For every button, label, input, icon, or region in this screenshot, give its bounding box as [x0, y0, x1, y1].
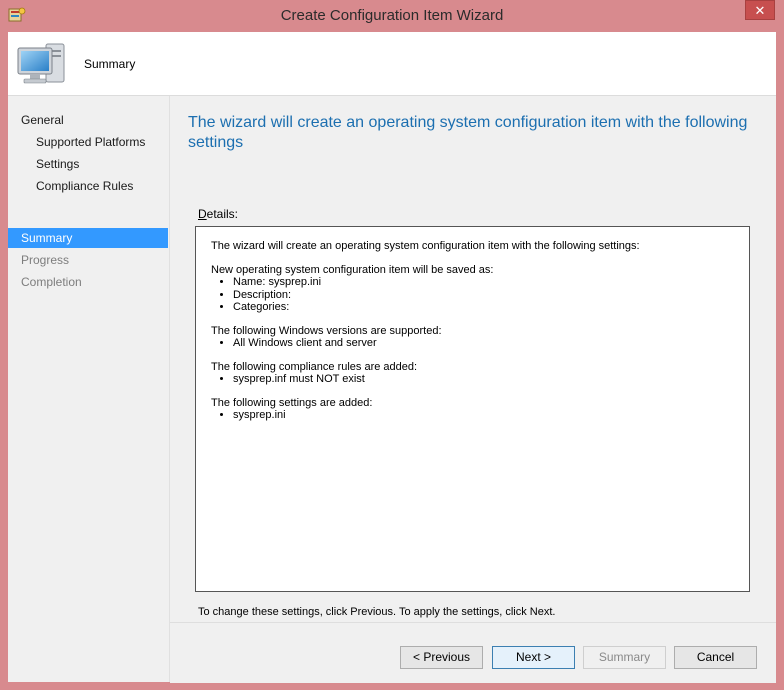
details-list-item: All Windows client and server: [233, 337, 734, 350]
computer-icon: [17, 43, 65, 84]
details-label: Details:: [198, 207, 238, 221]
page-heading: The wizard will create an operating syst…: [188, 114, 748, 151]
details-label-text: etails:: [206, 207, 239, 221]
nav-item-progress: Progress: [21, 253, 70, 267]
details-section-list: All Windows client and server: [211, 337, 734, 350]
button-bar: < Previous Next > Summary Cancel: [170, 622, 776, 683]
details-section: The following settings are added: syspre…: [211, 397, 734, 422]
details-section-title: New operating system configuration item …: [211, 263, 494, 276]
close-icon: ✕: [754, 3, 766, 18]
details-list-item: sysprep.ini: [233, 409, 734, 422]
wizard-window: Create Configuration Item Wizard ✕ Summa…: [0, 0, 784, 690]
details-list-item: sysprep.inf must NOT exist: [233, 373, 734, 386]
details-intro: The wizard will create an operating syst…: [211, 240, 640, 252]
close-button[interactable]: ✕: [745, 0, 775, 20]
cancel-button[interactable]: Cancel: [674, 646, 757, 669]
previous-button[interactable]: < Previous: [400, 646, 483, 669]
details-section: The following Windows versions are suppo…: [211, 325, 734, 350]
next-button[interactable]: Next >: [492, 646, 575, 669]
nav-item-compliance-rules[interactable]: Compliance Rules: [8, 176, 168, 196]
details-list-item: Description:: [233, 289, 734, 302]
details-label-accelerator: D: [198, 207, 207, 221]
wizard-content: The wizard will create an operating syst…: [170, 96, 776, 622]
wizard-nav: General Supported Platforms Settings Com…: [8, 96, 170, 682]
details-textbox[interactable]: The wizard will create an operating syst…: [195, 226, 750, 592]
details-list-item: Name: sysprep.ini: [233, 276, 734, 289]
summary-button: Summary: [583, 646, 666, 669]
title-bar[interactable]: Create Configuration Item Wizard ✕: [0, 0, 784, 32]
details-section: New operating system configuration item …: [211, 264, 734, 314]
wizard-client-area: Summary General Supported Platforms Sett…: [8, 32, 776, 683]
details-list-item: Categories:: [233, 301, 734, 314]
header-title: Summary: [84, 57, 136, 71]
details-section-list: sysprep.inf must NOT exist: [211, 373, 734, 386]
details-section-title: The following settings are added:: [211, 396, 373, 409]
instruction-text: To change these settings, click Previous…: [198, 606, 556, 618]
wizard-header: Summary: [8, 32, 776, 96]
nav-item-general[interactable]: General: [8, 110, 168, 130]
details-section-list: sysprep.ini: [211, 409, 734, 422]
nav-item-settings[interactable]: Settings: [8, 154, 168, 174]
details-section-title: The following compliance rules are added…: [211, 360, 418, 373]
nav-item-supported-platforms[interactable]: Supported Platforms: [8, 132, 168, 152]
details-section: The following compliance rules are added…: [211, 361, 734, 386]
nav-item-completion: Completion: [21, 275, 82, 289]
window-title: Create Configuration Item Wizard: [280, 7, 504, 24]
details-section-list: Name: sysprep.ini Description: Categorie…: [211, 276, 734, 314]
details-section-title: The following Windows versions are suppo…: [211, 324, 442, 337]
nav-item-summary[interactable]: Summary: [8, 228, 168, 248]
